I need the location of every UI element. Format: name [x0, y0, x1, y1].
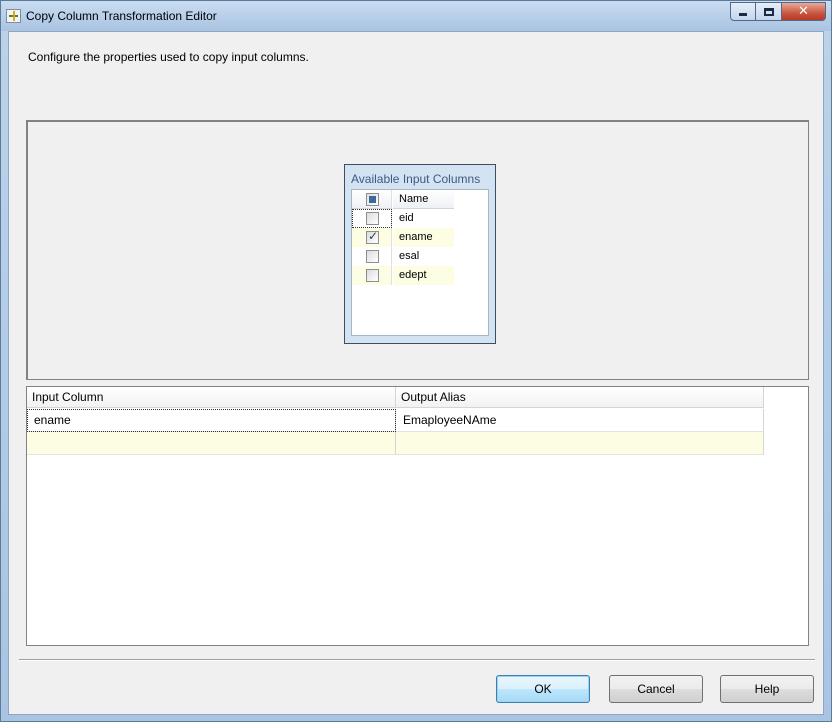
output-alias-cell[interactable]: EmaployeeNAme [396, 409, 764, 432]
column-checkbox-edept[interactable] [366, 269, 379, 282]
output-alias-header[interactable]: Output Alias [396, 387, 764, 408]
minimize-button[interactable] [730, 2, 756, 21]
cancel-button[interactable]: Cancel [609, 675, 703, 703]
window-title: Copy Column Transformation Editor [26, 9, 217, 23]
select-all-cell[interactable] [352, 190, 392, 209]
input-column-cell[interactable]: ename [27, 409, 396, 432]
dialog-client-area: Configure the properties used to copy in… [8, 31, 824, 715]
maximize-button[interactable] [756, 2, 782, 21]
column-checkbox-esal[interactable] [366, 250, 379, 263]
column-mapping-grid[interactable]: Input Column Output Alias ename Emaploye… [26, 386, 809, 646]
list-item[interactable]: esal [352, 247, 454, 266]
table-row[interactable]: ename EmaployeeNAme [27, 409, 764, 432]
column-name: ename [393, 228, 454, 247]
checkbox-cell[interactable] [352, 209, 392, 228]
transformation-app-icon [6, 9, 21, 23]
available-input-columns-title: Available Input Columns [351, 172, 481, 186]
maximize-icon [763, 7, 774, 16]
new-table-row[interactable] [27, 432, 764, 455]
title-bar[interactable]: Copy Column Transformation Editor ✕ [1, 1, 831, 31]
ok-button[interactable]: OK [496, 675, 590, 703]
column-name: esal [399, 250, 420, 262]
name-column-header: Name [393, 190, 454, 209]
grid-header: Input Column Output Alias [27, 387, 764, 408]
list-item[interactable]: edept [352, 266, 454, 285]
checkbox-cell[interactable] [352, 266, 392, 285]
column-name: edept [393, 266, 454, 285]
minimize-icon [739, 13, 747, 16]
available-columns-list: Name eid ename [351, 189, 489, 336]
column-name: eid [399, 212, 414, 224]
close-button[interactable]: ✕ [782, 2, 826, 21]
column-checkbox-ename[interactable] [366, 229, 379, 244]
list-header: Name [352, 190, 454, 209]
new-input-column-cell[interactable] [27, 432, 396, 455]
input-column-header[interactable]: Input Column [27, 387, 396, 408]
dialog-window: Copy Column Transformation Editor ✕ Conf… [0, 0, 832, 722]
list-item[interactable]: eid [352, 209, 454, 228]
column-checkbox-eid[interactable] [366, 212, 379, 225]
available-input-columns-box[interactable]: Available Input Columns Name eid ✓ ename… [344, 164, 496, 344]
caption-buttons: ✕ [730, 2, 826, 22]
select-all-checkbox[interactable] [366, 193, 379, 206]
header-panel: Configure the properties used to copy in… [9, 32, 823, 108]
dialog-description: Configure the properties used to copy in… [28, 50, 309, 64]
checkbox-cell[interactable] [352, 247, 392, 266]
separator-line [19, 659, 815, 661]
help-button[interactable]: Help [720, 675, 814, 703]
checkbox-cell[interactable] [352, 228, 392, 247]
list-item[interactable]: ename [352, 228, 454, 247]
close-icon: ✕ [798, 4, 809, 19]
new-output-alias-cell[interactable] [396, 432, 764, 455]
available-columns-area: Available Input Columns Name eid ✓ ename… [26, 120, 809, 380]
